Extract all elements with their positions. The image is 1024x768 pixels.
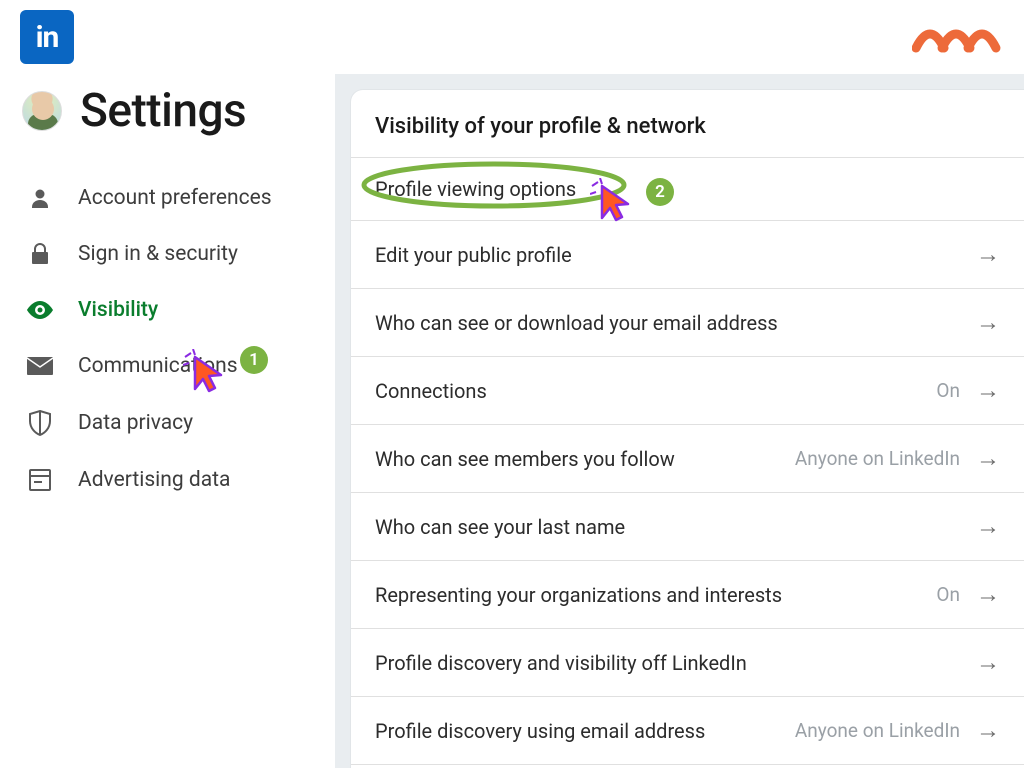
step-badge-1: 1 bbox=[240, 346, 268, 374]
arrow-right-icon: → bbox=[976, 512, 1000, 541]
arrow-right-icon: → bbox=[976, 308, 1000, 337]
arrow-right-icon: → bbox=[976, 716, 1000, 745]
row-members-you-follow[interactable]: Who can see members you follow Anyone on… bbox=[351, 424, 1024, 492]
row-label: Who can see members you follow bbox=[375, 447, 675, 471]
app-header: in bbox=[0, 0, 1024, 74]
row-email-address[interactable]: Who can see or download your email addre… bbox=[351, 288, 1024, 356]
arrow-right-icon: → bbox=[976, 444, 1000, 473]
sidebar-item-label: Visibility bbox=[78, 298, 158, 322]
lock-icon bbox=[26, 242, 54, 266]
sidebar-item-label: Account preferences bbox=[78, 186, 272, 210]
eye-icon bbox=[26, 301, 54, 319]
brand-logo bbox=[912, 14, 1008, 60]
row-discovery-email[interactable]: Profile discovery using email address An… bbox=[351, 696, 1024, 764]
document-icon bbox=[26, 468, 54, 492]
row-discovery-phone[interactable]: Profile discovery using phone number Eve… bbox=[351, 764, 1024, 768]
sidebar-item-label: Sign in & security bbox=[78, 242, 238, 266]
row-label: Who can see or download your email addre… bbox=[375, 311, 778, 335]
sidebar-item-label: Advertising data bbox=[78, 468, 230, 492]
main-panel-wrap: Visibility of your profile & network Pro… bbox=[335, 74, 1024, 768]
linkedin-logo-text: in bbox=[36, 20, 59, 55]
row-profile-viewing-options[interactable]: Profile viewing options bbox=[351, 157, 1024, 220]
row-label: Profile discovery and visibility off Lin… bbox=[375, 651, 747, 675]
person-icon bbox=[26, 186, 54, 210]
sidebar-item-communications[interactable]: Communications bbox=[22, 338, 317, 394]
step-badge-2: 2 bbox=[646, 178, 674, 206]
row-label: Edit your public profile bbox=[375, 243, 572, 267]
settings-panel: Visibility of your profile & network Pro… bbox=[351, 90, 1024, 768]
sidebar-item-privacy[interactable]: Data privacy bbox=[22, 394, 317, 452]
row-label: Profile discovery using email address bbox=[375, 719, 705, 743]
arrow-right-icon: → bbox=[976, 376, 1000, 405]
arrow-right-icon: → bbox=[976, 648, 1000, 677]
row-label: Representing your organizations and inte… bbox=[375, 583, 782, 607]
sidebar-item-visibility[interactable]: Visibility bbox=[22, 282, 317, 338]
settings-heading: Settings bbox=[22, 84, 317, 138]
row-label: Connections bbox=[375, 379, 487, 403]
shield-icon bbox=[26, 410, 54, 436]
sidebar: Settings Account preferences Sign in & s… bbox=[0, 74, 335, 768]
page-title: Settings bbox=[80, 84, 246, 138]
row-connections[interactable]: Connections On → bbox=[351, 356, 1024, 424]
row-value: On bbox=[936, 583, 960, 606]
avatar[interactable] bbox=[22, 91, 62, 131]
row-edit-public-profile[interactable]: Edit your public profile → bbox=[351, 220, 1024, 288]
row-representing-organizations[interactable]: Representing your organizations and inte… bbox=[351, 560, 1024, 628]
sidebar-item-account[interactable]: Account preferences bbox=[22, 170, 317, 226]
sidebar-item-label: Data privacy bbox=[78, 411, 193, 435]
row-value: Anyone on LinkedIn bbox=[795, 719, 960, 742]
row-value: Anyone on LinkedIn bbox=[795, 447, 960, 470]
row-last-name[interactable]: Who can see your last name → bbox=[351, 492, 1024, 560]
sidebar-item-label: Communications bbox=[78, 354, 238, 378]
arrow-right-icon: → bbox=[976, 240, 1000, 269]
sidebar-item-advertising[interactable]: Advertising data bbox=[22, 452, 317, 508]
row-label: Who can see your last name bbox=[375, 515, 625, 539]
row-value: On bbox=[936, 379, 960, 402]
row-discovery-off-linkedin[interactable]: Profile discovery and visibility off Lin… bbox=[351, 628, 1024, 696]
arrow-right-icon: → bbox=[976, 580, 1000, 609]
row-label: Profile viewing options bbox=[375, 177, 576, 201]
linkedin-logo[interactable]: in bbox=[20, 10, 74, 64]
sidebar-item-signin[interactable]: Sign in & security bbox=[22, 226, 317, 282]
envelope-icon bbox=[26, 357, 54, 375]
section-title: Visibility of your profile & network bbox=[351, 90, 1024, 157]
